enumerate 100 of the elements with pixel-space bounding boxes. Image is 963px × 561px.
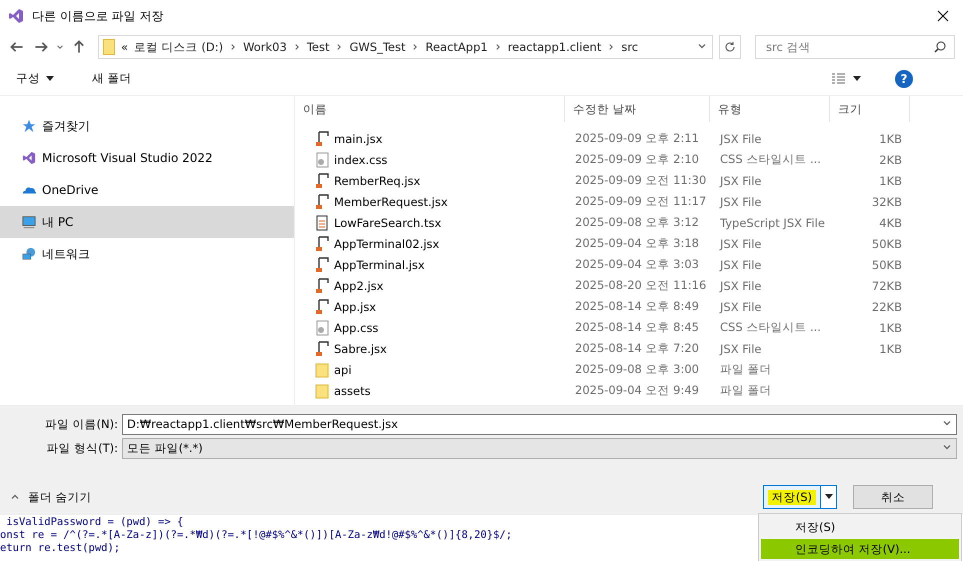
- file-name[interactable]: index.css: [295, 152, 565, 168]
- file-name[interactable]: AppTerminal02.jsx: [295, 236, 565, 252]
- file-name[interactable]: AppTerminal.jsx: [295, 256, 565, 272]
- column-header[interactable]: 유형: [710, 96, 830, 122]
- chevron-right-icon: [411, 43, 420, 51]
- monitor-icon: [22, 214, 36, 230]
- table-cell-text: 1KB: [878, 320, 903, 334]
- table-cell-text: 2025-09-04 오후 3:18: [574, 236, 700, 251]
- column-header[interactable]: 수정한 날짜: [565, 96, 710, 122]
- filename-field[interactable]: D:₩reactapp1.client₩src₩MemberRequest.jsx: [122, 414, 957, 434]
- infinity-logo-icon: [22, 150, 36, 166]
- table-cell-text: JSX File: [718, 236, 762, 250]
- filetype-dropdown[interactable]: 모든 파일(*.*): [122, 438, 957, 458]
- table-cell-text: 4KB: [878, 216, 903, 230]
- code-line: isValidPassword = (pwd) => {: [5, 516, 184, 529]
- column-header[interactable]: 이름: [295, 96, 565, 122]
- breadcrumb[interactable]: Test: [306, 40, 330, 54]
- table-cell-text: 2025-08-14 오후 7:20: [574, 341, 700, 356]
- folder-icon: [315, 382, 329, 398]
- sidebar-item[interactable]: OneDrive: [0, 174, 294, 206]
- table-cell-text: 2025-09-09 오전 11:30: [574, 173, 708, 188]
- chevron-down-icon[interactable]: [56, 43, 64, 51]
- file-name[interactable]: MemberRequest.jsx: [295, 194, 565, 210]
- file-name[interactable]: RemberReq.jsx: [295, 172, 565, 188]
- address-bar[interactable]: « 로컬 디스크 (D:) Work03 Test GWS_Test ReactApp1 reactapp1.client src: [98, 35, 713, 59]
- table-cell-text: JSX File: [718, 342, 762, 356]
- file-name[interactable]: App.jsx: [295, 298, 565, 314]
- table-cell-text: 1KB: [878, 132, 903, 146]
- table-cell-text: CSS 스타일시트 ...: [719, 320, 822, 335]
- folder-icon: [315, 362, 329, 378]
- file-name[interactable]: App.css: [295, 320, 565, 336]
- sidebar-item[interactable]: 내 PC: [0, 206, 294, 238]
- table-cell-text: TypeScript JSX File: [719, 216, 826, 230]
- table-cell-text: 72KB: [870, 278, 903, 292]
- table-cell-text: 32KB: [870, 194, 903, 208]
- breadcrumb[interactable]: 로컬 디스크 (D:): [134, 40, 224, 54]
- search-icon: [934, 41, 946, 53]
- menu-item[interactable]: 인코딩하여 저장(V)...: [761, 539, 959, 559]
- table-cell-text: 2025-09-04 오후 3:03: [574, 257, 700, 272]
- chevron-right-icon: [494, 43, 502, 51]
- file-name[interactable]: Sabre.jsx: [295, 340, 565, 356]
- chevron-right-icon: [292, 43, 301, 51]
- breadcrumb[interactable]: GWS_Test: [349, 40, 406, 54]
- back-arrow-icon[interactable]: [10, 40, 24, 54]
- field-label: 파일 이름(N):: [44, 416, 119, 432]
- table-cell-text: 2025-09-09 오후 2:11: [574, 131, 700, 146]
- save-button[interactable]: 저장(S): [766, 488, 818, 506]
- breadcrumb[interactable]: ReactApp1: [425, 40, 488, 54]
- refresh-button[interactable]: [719, 35, 741, 59]
- file-name[interactable]: assets: [295, 382, 565, 398]
- breadcrumb[interactable]: reactapp1.client: [508, 40, 602, 54]
- up-arrow-icon[interactable]: [72, 40, 86, 54]
- menu-item[interactable]: 저장(S): [761, 517, 959, 537]
- file-icon: [315, 172, 329, 188]
- search-field[interactable]: src 검색: [755, 35, 955, 59]
- chevron-right-icon: [229, 43, 238, 51]
- dropdown-button[interactable]: [820, 486, 836, 508]
- toolbar-button[interactable]: 새 폴더: [92, 71, 132, 86]
- file-name[interactable]: LowFareSearch.tsx: [295, 214, 565, 230]
- code-line: eturn re.test(pwd);: [0, 542, 120, 555]
- file-name[interactable]: App2.jsx: [295, 278, 565, 294]
- sidebar-item[interactable]: 즐겨찾기: [0, 110, 294, 142]
- toolbar-button[interactable]: 구성: [16, 71, 54, 86]
- file-icon: [315, 194, 329, 210]
- document-icon: [315, 214, 329, 230]
- table-cell-text: JSX File: [718, 174, 762, 188]
- table-cell-text: 파일 폴더: [719, 383, 773, 398]
- table-cell-text: 1KB: [878, 342, 903, 356]
- field-label: 파일 형식(T):: [45, 440, 119, 456]
- help-button[interactable]: ?: [895, 70, 913, 88]
- window-title: 다른 이름으로 파일 저장: [32, 8, 164, 24]
- table-cell-text: 2025-09-08 오후 3:12: [574, 215, 700, 230]
- forward-arrow-icon[interactable]: [34, 40, 48, 54]
- chevron-right-icon: [607, 43, 616, 51]
- view-options-icon[interactable]: [831, 72, 861, 84]
- table-cell-text: 2025-08-14 오후 8:49: [574, 299, 700, 314]
- code-line: onst re = /^(?=.*[A-Za-z])(?=.*₩d)(?=.*[!@#$%^&*()])[A-Za-z₩d!@#$%^&*()]{8,20}$/;: [0, 529, 512, 542]
- table-cell-text: 2025-09-09 오전 11:17: [574, 194, 708, 209]
- cancel-button[interactable]: 취소: [853, 485, 933, 509]
- file-name[interactable]: main.jsx: [295, 130, 565, 146]
- infinity-logo-icon: [8, 8, 24, 24]
- breadcrumb[interactable]: src: [621, 40, 638, 54]
- file-name[interactable]: api: [295, 362, 565, 378]
- file-icon: [315, 340, 329, 356]
- hide-folders-button[interactable]: 폴더 숨기기: [10, 490, 92, 504]
- table-cell-text: 2025-09-09 오후 2:10: [574, 152, 700, 167]
- sidebar-item[interactable]: 네트워크: [0, 238, 294, 270]
- table-cell-text: JSX File: [718, 194, 762, 208]
- column-header[interactable]: 크기: [830, 96, 910, 122]
- table-cell-text: 2025-08-20 오전 11:16: [574, 278, 708, 293]
- breadcrumb[interactable]: Work03: [243, 40, 287, 54]
- folder-icon: [103, 39, 115, 55]
- table-cell-text: 파일 폴더: [719, 362, 773, 377]
- sidebar-item[interactable]: Microsoft Visual Studio 2022: [0, 142, 294, 174]
- file-icon: [315, 298, 329, 314]
- table-cell-text: 22KB: [870, 300, 903, 314]
- star-icon: [22, 118, 36, 134]
- overflow-chevron[interactable]: «: [121, 40, 128, 54]
- file-icon: [315, 256, 329, 272]
- chevron-right-icon: [335, 43, 344, 51]
